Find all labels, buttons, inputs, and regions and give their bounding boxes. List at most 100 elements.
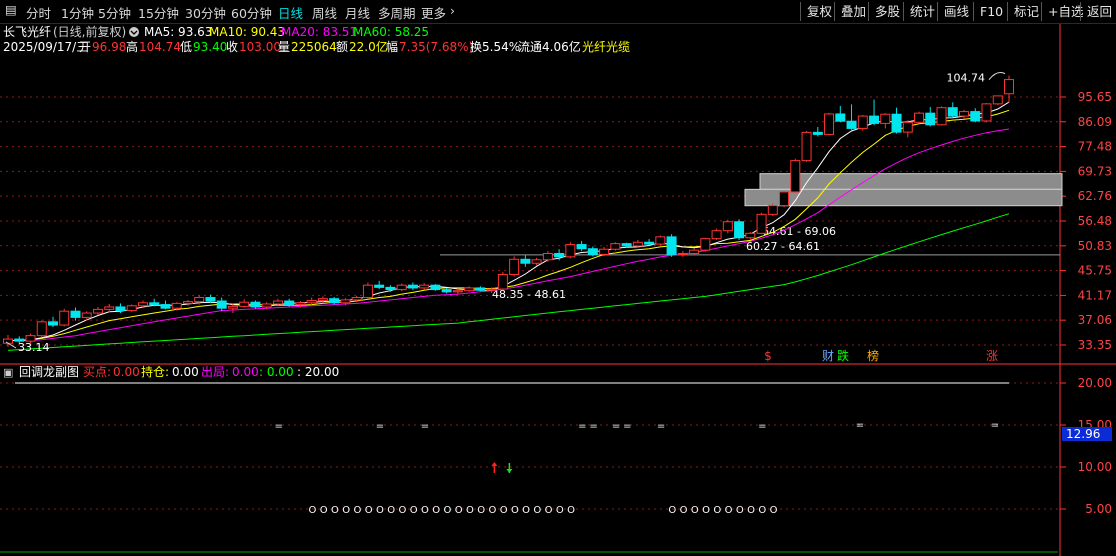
candle[interactable] bbox=[767, 203, 778, 216]
candle[interactable] bbox=[47, 316, 58, 328]
event-marker[interactable]: 财 bbox=[822, 349, 834, 363]
toolbar-btn-1[interactable]: 叠加 bbox=[834, 2, 866, 21]
toolbar-btn-0[interactable]: 复权 bbox=[800, 2, 832, 21]
candle[interactable] bbox=[756, 212, 767, 235]
event-marker[interactable]: 榜 bbox=[867, 348, 879, 363]
tab-0[interactable]: 分时 bbox=[26, 3, 51, 22]
candle[interactable] bbox=[329, 296, 340, 305]
tab-6[interactable]: 日线 bbox=[278, 3, 303, 22]
candle[interactable] bbox=[160, 300, 171, 310]
candle[interactable] bbox=[711, 228, 722, 240]
candle[interactable] bbox=[407, 282, 418, 291]
toolbar-btn-6[interactable]: 标记 bbox=[1007, 2, 1039, 21]
candle[interactable] bbox=[644, 239, 655, 246]
candle[interactable] bbox=[880, 113, 891, 129]
candle[interactable] bbox=[599, 246, 610, 256]
vol-label: 量 bbox=[278, 40, 290, 54]
candle[interactable] bbox=[947, 102, 958, 118]
toolbar-btn-2[interactable]: 多股 bbox=[868, 2, 900, 21]
kline-chart[interactable]: 95.65 86.09 77.48 69.73 62.76 56.48 50.83 45.75… bbox=[0, 24, 1116, 556]
tab-7[interactable]: 周线 bbox=[312, 3, 337, 22]
event-marker[interactable]: 跌 bbox=[837, 348, 849, 363]
candle[interactable] bbox=[689, 248, 700, 255]
candle[interactable] bbox=[205, 294, 216, 303]
chevron-right-icon[interactable]: › bbox=[450, 3, 455, 18]
candle[interactable] bbox=[317, 296, 328, 304]
candle[interactable] bbox=[587, 246, 598, 257]
candle[interactable] bbox=[992, 95, 1003, 106]
candle[interactable] bbox=[250, 300, 261, 309]
menu-icon[interactable]: ▤ bbox=[5, 2, 17, 17]
tab-2[interactable]: 5分钟 bbox=[98, 3, 131, 22]
candle[interactable] bbox=[846, 104, 857, 130]
tab-3[interactable]: 15分钟 bbox=[138, 3, 179, 22]
candle[interactable] bbox=[722, 219, 733, 234]
candle[interactable] bbox=[92, 306, 103, 315]
candle[interactable] bbox=[284, 298, 295, 307]
eq-marker: = bbox=[274, 421, 282, 432]
price-tick-label: 77.48 bbox=[1078, 140, 1112, 154]
candle[interactable] bbox=[576, 240, 587, 252]
candle[interactable] bbox=[835, 105, 846, 123]
candle[interactable] bbox=[464, 286, 475, 292]
candle[interactable] bbox=[1004, 75, 1014, 103]
tab-8[interactable]: 月线 bbox=[345, 3, 370, 22]
candle[interactable] bbox=[216, 297, 227, 312]
candle[interactable] bbox=[475, 286, 486, 292]
candle[interactable] bbox=[441, 287, 452, 294]
candle[interactable] bbox=[857, 115, 868, 131]
toolbar-btn-5[interactable]: F10 bbox=[973, 2, 1003, 21]
toolbar-btn-8[interactable]: 返回 bbox=[1080, 2, 1112, 21]
candle[interactable] bbox=[666, 234, 677, 257]
tab-1[interactable]: 1分钟 bbox=[61, 3, 94, 22]
candle[interactable] bbox=[126, 304, 137, 312]
candle[interactable] bbox=[959, 109, 970, 119]
tab-4[interactable]: 30分钟 bbox=[185, 3, 226, 22]
candle[interactable] bbox=[509, 256, 520, 277]
candle[interactable] bbox=[745, 232, 756, 240]
candle[interactable] bbox=[869, 99, 880, 126]
candle[interactable] bbox=[419, 283, 430, 290]
toolbar-btn-7[interactable]: +自选 bbox=[1041, 2, 1083, 21]
candle[interactable] bbox=[374, 280, 385, 290]
candle[interactable] bbox=[677, 251, 688, 257]
candle[interactable] bbox=[812, 127, 823, 137]
high-value: 104.74 bbox=[139, 40, 181, 54]
event-marker[interactable]: 涨 bbox=[986, 348, 998, 363]
candle[interactable] bbox=[655, 235, 666, 246]
candle[interactable] bbox=[981, 103, 992, 123]
candle[interactable] bbox=[801, 130, 812, 162]
candle[interactable] bbox=[430, 284, 441, 291]
tab-5[interactable]: 60分钟 bbox=[231, 3, 272, 22]
circle-marker: O bbox=[308, 505, 316, 516]
candle[interactable] bbox=[914, 111, 925, 124]
candle[interactable] bbox=[497, 271, 508, 291]
candle[interactable] bbox=[700, 237, 711, 252]
candle[interactable] bbox=[824, 112, 835, 136]
toolbar-btn-3[interactable]: 统计 bbox=[903, 2, 935, 21]
candle[interactable] bbox=[610, 242, 621, 251]
candle[interactable] bbox=[891, 107, 902, 134]
candle[interactable] bbox=[542, 251, 553, 262]
candle[interactable] bbox=[790, 158, 801, 194]
candle[interactable] bbox=[70, 307, 81, 321]
candle[interactable] bbox=[936, 106, 947, 126]
candle[interactable] bbox=[182, 299, 193, 306]
candle[interactable] bbox=[362, 282, 373, 299]
candle[interactable] bbox=[59, 308, 70, 327]
settings-dropdown-icon[interactable] bbox=[129, 27, 139, 37]
tab-10[interactable]: 更多 bbox=[421, 3, 446, 22]
candle[interactable] bbox=[396, 283, 407, 292]
candle[interactable] bbox=[970, 108, 981, 123]
event-marker[interactable]: $ bbox=[764, 349, 772, 363]
candle[interactable] bbox=[925, 106, 936, 127]
candle[interactable] bbox=[239, 299, 250, 308]
candle[interactable] bbox=[779, 190, 790, 208]
candle[interactable] bbox=[902, 120, 913, 138]
candle[interactable] bbox=[565, 242, 576, 259]
toolbar-btn-4[interactable]: 画线 bbox=[937, 2, 969, 21]
tab-9[interactable]: 多周期 bbox=[378, 3, 416, 22]
candle[interactable] bbox=[734, 219, 745, 240]
candle[interactable] bbox=[36, 320, 47, 338]
candle[interactable] bbox=[520, 254, 531, 267]
